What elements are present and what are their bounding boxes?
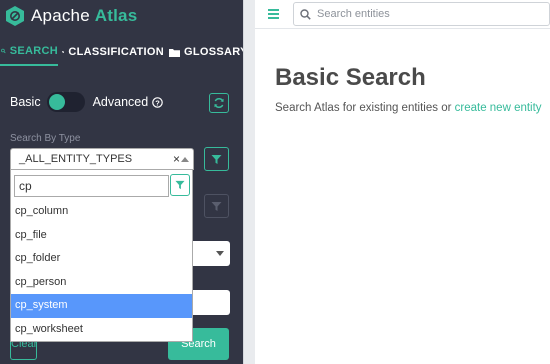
entity-type-select[interactable]: _ALL_ENTITY_TYPES × (10, 148, 194, 170)
refresh-icon (214, 97, 224, 109)
filter-icon (211, 201, 222, 211)
clear-selection-icon[interactable]: × (173, 152, 180, 166)
svg-text:?: ? (155, 98, 160, 107)
page-title: Basic Search (275, 64, 426, 91)
search-icon (300, 8, 311, 20)
tag-icon (62, 51, 65, 54)
search-mode-switch[interactable] (46, 92, 85, 112)
dropdown-search-wrapper (14, 175, 169, 197)
create-new-entity-link[interactable]: create new entity (455, 102, 542, 114)
search-mode-toggle-row: Basic Advanced ? (10, 92, 163, 112)
tab-classification[interactable]: CLASSIFICATION (58, 38, 164, 66)
sidebar-tabs: SEARCH CLASSIFICATION GLOSSARY (0, 38, 247, 66)
sidebar: Apache Atlas SEARCH CLASSIFICATION GLOSS… (0, 0, 247, 364)
global-search-input[interactable] (317, 8, 537, 20)
search-by-type-label: Search By Type (10, 133, 81, 144)
dropdown-option[interactable]: cp_file (11, 224, 192, 248)
text-query-input[interactable] (193, 290, 230, 315)
basic-label: Basic (10, 95, 41, 109)
tab-glossary-label: GLOSSARY (184, 46, 248, 58)
entity-type-dropdown: cp_column cp_file cp_folder cp_person cp… (10, 170, 193, 342)
filter-icon (175, 180, 185, 190)
term-select[interactable] (193, 241, 230, 266)
global-search-box (293, 2, 550, 26)
tab-glossary[interactable]: GLOSSARY (164, 38, 248, 66)
dropdown-option[interactable]: cp_system (11, 294, 192, 318)
switch-knob (48, 94, 65, 110)
app-logo[interactable]: Apache Atlas (5, 3, 137, 29)
dropdown-options: cp_column cp_file cp_folder cp_person cp… (11, 200, 192, 341)
atlas-logo-icon (6, 6, 24, 26)
tab-search-label: SEARCH (9, 45, 58, 57)
classification-filter-button[interactable] (204, 194, 229, 218)
page-subtitle: Search Atlas for existing entities or cr… (275, 102, 542, 114)
tab-classification-label: CLASSIFICATION (68, 46, 164, 58)
dropdown-option[interactable]: cp_folder (11, 247, 192, 271)
type-filter-button[interactable] (204, 147, 229, 171)
chevron-down-icon (216, 251, 224, 256)
help-icon[interactable]: ? (152, 96, 163, 108)
hamburger-menu-icon[interactable] (268, 9, 279, 19)
subtitle-text: Search Atlas for existing entities or (275, 102, 452, 114)
app-title: Apache Atlas (31, 6, 138, 25)
panel-divider[interactable] (243, 0, 255, 364)
dropdown-option[interactable]: cp_person (11, 271, 192, 295)
dropdown-search-input[interactable] (15, 176, 168, 196)
top-bar (255, 0, 550, 29)
refresh-button[interactable] (209, 93, 229, 113)
advanced-label: Advanced (92, 95, 149, 109)
chevron-up-icon[interactable] (181, 157, 189, 162)
entity-type-selected-value: _ALL_ENTITY_TYPES (19, 153, 133, 165)
tab-search[interactable]: SEARCH (0, 38, 58, 66)
search-icon (1, 48, 6, 54)
dropdown-filter-button[interactable] (170, 174, 190, 196)
dropdown-option[interactable]: cp_worksheet (11, 318, 192, 342)
filter-icon (211, 154, 222, 164)
folder-icon (169, 48, 180, 57)
dropdown-option[interactable]: cp_column (11, 200, 192, 224)
